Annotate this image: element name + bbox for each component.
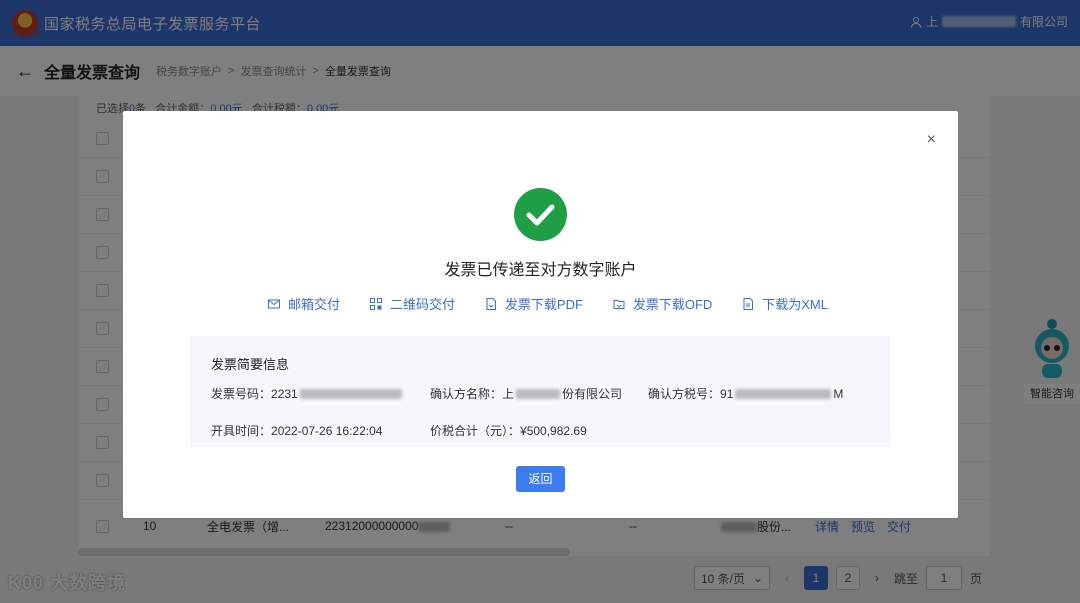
total-amount-field: 价税合计（元）： ¥500,982.69: [430, 422, 587, 439]
total-amount-value: ¥500,982.69: [520, 423, 587, 438]
total-amount-label: 价税合计（元）：: [430, 424, 521, 438]
buyer-name-prefix: 上: [502, 387, 515, 401]
buyer-tax-field: 确认方税号： 91 M: [648, 385, 843, 402]
buyer-tax-suffix: M: [833, 386, 844, 401]
success-check-icon: [514, 188, 567, 241]
buyer-name-suffix: 份有限公司: [562, 387, 623, 401]
email-delivery-button[interactable]: 邮箱交付: [268, 294, 340, 313]
pdf-file-icon: [486, 297, 496, 310]
buyer-name-field: 确认方名称： 上 份有限公司: [430, 385, 648, 402]
invoice-number-label: 发票号码：: [211, 387, 272, 401]
invoice-number-masked: [299, 388, 402, 399]
email-delivery-label: 邮箱交付: [288, 297, 341, 312]
invoice-info-row-2: 开具时间： 2022-07-26 16:22:04 价税合计（元）： ¥500,…: [211, 422, 869, 439]
return-button[interactable]: 返回: [516, 466, 565, 492]
close-icon[interactable]: ×: [927, 131, 936, 149]
invoice-summary-box: 发票简要信息 发票号码： 2231 确认方名称： 上 份有限公司 确认方税号： …: [190, 336, 890, 447]
download-ofd-button[interactable]: 发票下载OFD: [613, 294, 712, 313]
download-ofd-label: 发票下载OFD: [632, 297, 713, 312]
buyer-name-masked: [516, 388, 561, 399]
buyer-name-label: 确认方名称：: [430, 387, 503, 401]
ofd-file-icon: [613, 299, 625, 309]
invoice-info-row-1: 发票号码： 2231 确认方名称： 上 份有限公司 确认方税号： 91 M: [211, 385, 869, 402]
xml-file-icon: [743, 297, 754, 310]
buyer-tax-masked: [735, 388, 832, 399]
qrcode-delivery-button[interactable]: 二维码交付: [369, 294, 455, 313]
issue-time-label: 开具时间：: [211, 424, 272, 438]
download-xml-button[interactable]: 下载为XML: [742, 294, 828, 313]
invoice-summary-title: 发票简要信息: [211, 357, 290, 372]
invoice-number-prefix: 2231: [271, 386, 298, 401]
success-dialog: × 发票已传递至对方数字账户 邮箱交付 二维码交付 发票下载PDF 发票下载OF…: [123, 111, 958, 518]
buyer-tax-label: 确认方税号：: [648, 387, 721, 401]
download-pdf-label: 发票下载PDF: [504, 297, 583, 312]
invoice-number-field: 发票号码： 2231: [211, 385, 430, 402]
issue-time-value: 2022-07-26 16:22:04: [271, 423, 383, 438]
mail-icon: [268, 299, 280, 308]
qrcode-icon: [369, 297, 382, 310]
qrcode-delivery-label: 二维码交付: [389, 297, 455, 312]
success-message: 发票已传递至对方数字账户: [444, 262, 637, 279]
issue-time-field: 开具时间： 2022-07-26 16:22:04: [211, 422, 430, 439]
download-pdf-button[interactable]: 发票下载PDF: [485, 294, 583, 313]
buyer-tax-prefix: 91: [720, 386, 734, 401]
delivery-actions: 邮箱交付 二维码交付 发票下载PDF 发票下载OFD 下载为XML: [268, 294, 828, 313]
download-xml-label: 下载为XML: [762, 297, 828, 312]
